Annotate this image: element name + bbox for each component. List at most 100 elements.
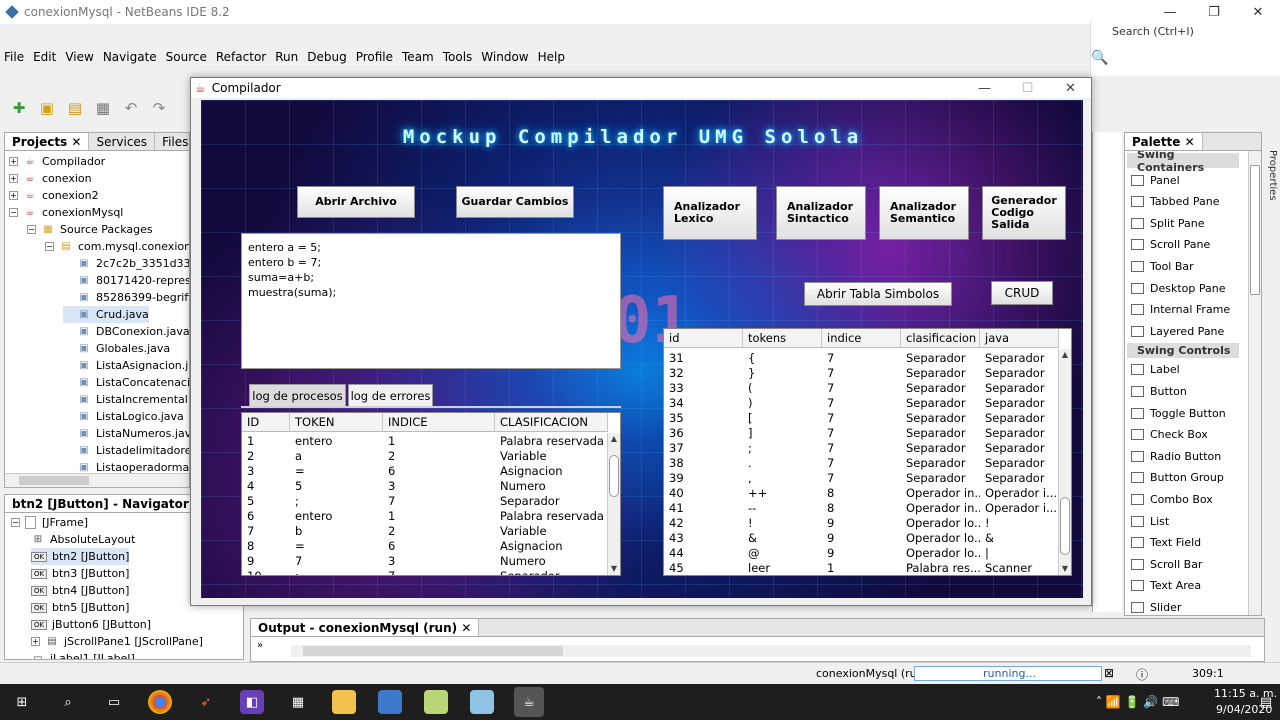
table-row[interactable]: 31 {7 Separador Separador [664,351,1059,366]
app-icon[interactable]: ➶ [194,690,218,714]
table-row[interactable]: 7 b 2 Variable [242,524,608,539]
menu-team[interactable]: Team [402,50,434,64]
palette-item-text-area[interactable]: Text Area [1131,576,1201,596]
palette-item-panel[interactable]: Panel [1131,170,1180,190]
store-icon[interactable]: ▦ [286,690,310,714]
column-header[interactable]: clasificacion [901,329,980,347]
close-icon[interactable]: ✕ [1049,78,1092,98]
tab-output[interactable]: Output - conexionMysql (run) ✕ [251,619,480,636]
navigator-node[interactable]: OK btn3 [JButton] [31,565,129,582]
expand-toggle-icon[interactable]: − [11,518,20,527]
navigator-node[interactable]: + ▤ jScrollPane1 [JScrollPane] [31,633,203,650]
restore-icon[interactable]: ❐ [1192,0,1236,24]
tab-error-log[interactable]: log de errores [348,384,433,406]
tab-palette[interactable]: Palette ✕ [1125,133,1203,150]
menu-profile[interactable]: Profile [356,50,393,64]
tab-process-log[interactable]: log de procesos [249,384,346,406]
file-explorer-icon[interactable] [332,690,356,714]
tree-node[interactable]: ▣ ListaNumeros.java [63,425,189,442]
open-symbols-table-button[interactable]: Abrir Tabla Simbolos [804,282,952,306]
palette-item-scroll-pane[interactable]: Scroll Pane [1131,235,1210,255]
tree-node[interactable]: ▣ ListaConcatenacion. [63,374,189,391]
column-header[interactable]: tokens [743,329,822,347]
tree-node[interactable]: ▣ ListaAsignacion.java [63,357,189,374]
menu-help[interactable]: Help [538,50,565,64]
scroll-thumb[interactable] [609,455,619,497]
menu-window[interactable]: Window [481,50,528,64]
tab-services[interactable]: Services [89,133,156,150]
palette-item-radio-button[interactable]: Radio Button [1131,446,1221,466]
minimize-icon[interactable]: — [1148,0,1192,24]
table-row[interactable]: 2 a 2 Variable [242,449,608,464]
cancel-task-icon[interactable]: ⊠ [1104,666,1114,680]
palette-item-button[interactable]: Button [1131,381,1187,401]
column-header[interactable]: indice [822,329,901,347]
undo-icon[interactable]: ↶ [120,97,142,119]
search-input[interactable]: Search (Ctrl+I) [1112,25,1194,38]
rerun-icon[interactable]: » [257,640,263,651]
notifications-icon[interactable]: ⓘ [1136,666,1148,683]
palette-item-button-group[interactable]: Button Group [1131,468,1224,488]
palette-item-check-box[interactable]: Check Box [1131,425,1208,445]
expand-toggle-icon[interactable]: + [9,157,18,166]
tree-node[interactable]: ▣ 85286399-begriffshi [63,289,189,306]
tree-node[interactable]: + ☕ Compilador [9,153,105,170]
table-vertical-scrollbar[interactable]: ▲ ▼ [607,433,620,575]
palette-item-layered-pane[interactable]: Layered Pane [1131,321,1224,341]
task-view-icon[interactable]: ▭ [102,690,126,714]
table-row[interactable]: 32} 7 Separador Separador [664,366,1059,381]
new-project-icon[interactable]: ▣ [36,97,58,119]
output-horizontal-scrollbar[interactable] [291,645,1251,657]
column-header[interactable]: INDICE [383,413,495,431]
windows-start-icon[interactable]: ⊞ [10,690,34,714]
navigator-node[interactable]: − [JFrame] [11,514,88,531]
close-tab-icon[interactable]: ✕ [461,621,471,635]
palette-item-list[interactable]: List [1131,511,1169,531]
table-row[interactable]: 6 entero 1 Palabra reservada [242,509,608,524]
tree-node[interactable]: − ☕ conexionMysql [9,204,123,221]
table-row[interactable]: 41 -- 8 Operador in... Operador i... [664,501,1059,516]
table-row[interactable]: 10; 7 Separador [242,569,608,575]
palette-item-tool-bar[interactable]: Tool Bar [1131,256,1194,276]
tree-node[interactable]: ▣ 2c7c2b_3351d33d23 [63,255,189,272]
crud-button[interactable]: CRUD [991,281,1053,305]
expand-toggle-icon[interactable]: − [45,242,54,251]
menu-run[interactable]: Run [275,50,298,64]
palette-scrollbar[interactable] [1248,151,1261,615]
semantic-analyzer-button[interactable]: Analizador Semantico [879,186,969,240]
table-row[interactable]: 38. 7 Separador Separador [664,456,1059,471]
column-header[interactable]: CLASIFICACION [495,413,608,431]
swing-controls-header[interactable]: Swing Controls [1127,342,1239,358]
palette-item-toggle-button[interactable]: Toggle Button [1131,403,1226,423]
menu-debug[interactable]: Debug [307,50,346,64]
table-row[interactable]: 44 @9 Operador lo... | [664,546,1059,561]
table-row[interactable]: 40 ++ 8 Operador in... Operador i... [664,486,1059,501]
expand-toggle-icon[interactable]: − [9,208,18,217]
menu-tools[interactable]: Tools [443,50,473,64]
table-row[interactable]: 1 entero 1 Palabra reservada [242,434,608,449]
table-row[interactable]: 45 leer 1 Palabra res... Scanner [664,561,1059,575]
menu-source[interactable]: Source [166,50,207,64]
notepad-icon[interactable] [424,690,448,714]
table-row[interactable]: 36] 7 Separador Separador [664,426,1059,441]
menu-refactor[interactable]: Refactor [216,50,266,64]
table-vertical-scrollbar[interactable]: ▲ ▼ [1058,349,1071,575]
open-project-icon[interactable]: ▤ [64,97,86,119]
lexical-analyzer-button[interactable]: Analizador Lexico [663,186,757,240]
column-header[interactable]: ID [242,413,290,431]
scroll-thumb[interactable] [1250,165,1260,295]
table-row[interactable]: 42! 9 Operador lo...! [664,516,1059,531]
close-tab-icon[interactable]: ✕ [1185,135,1195,149]
scroll-up-icon[interactable]: ▲ [608,433,620,445]
table-row[interactable]: 5; 7 Separador [242,494,608,509]
tree-node[interactable]: ▣ ListaIncremental.jav [63,391,189,408]
scroll-thumb[interactable] [303,646,563,656]
palette-item-split-pane[interactable]: Split Pane [1131,213,1205,233]
menu-navigate[interactable]: Navigate [103,50,157,64]
table-row[interactable]: 9 7 3 Numero [242,554,608,569]
java-app-icon[interactable]: ☕ [514,687,544,717]
palette-item-tabbed-pane[interactable]: Tabbed Pane [1131,192,1219,212]
code-generator-button[interactable]: Generador Codigo Salida [982,186,1066,240]
editor-icon[interactable] [470,690,494,714]
tree-node[interactable]: ▣ 80171420-represent [63,272,189,289]
